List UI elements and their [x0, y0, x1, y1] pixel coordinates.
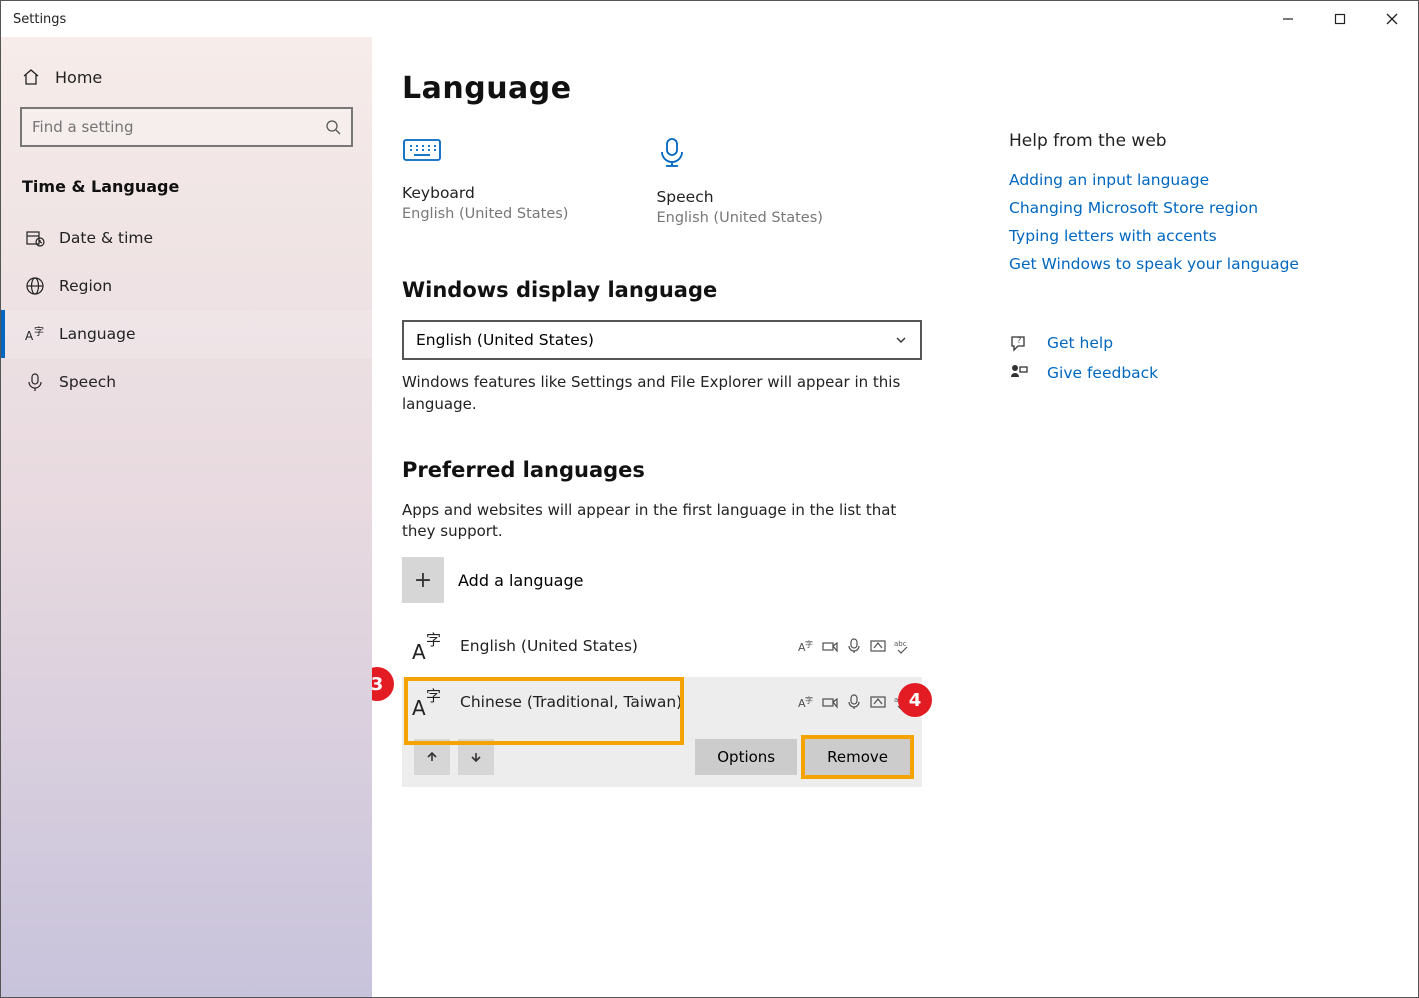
- sidebar-item-date-time[interactable]: Date & time: [1, 214, 372, 262]
- svg-text:字: 字: [805, 695, 813, 705]
- remove-button[interactable]: Remove: [805, 739, 910, 775]
- quick-keyboard[interactable]: Keyboard English (United States): [402, 136, 568, 226]
- help-link-accents[interactable]: Typing letters with accents: [1009, 227, 1329, 245]
- tts-icon: [822, 638, 838, 654]
- language-glyph-icon: A字: [412, 629, 446, 663]
- svg-text:字: 字: [34, 325, 44, 338]
- search-input[interactable]: [32, 118, 325, 136]
- annotation-badge-3: 3: [372, 667, 394, 701]
- sidebar-item-region[interactable]: Region: [1, 262, 372, 310]
- display-language-value: English (United States): [416, 331, 594, 349]
- move-down-button[interactable]: [458, 739, 494, 775]
- language-name: English (United States): [460, 637, 638, 655]
- help-link-add-input[interactable]: Adding an input language: [1009, 171, 1329, 189]
- annotation-badge-4: 4: [898, 683, 932, 717]
- display-lang-icon: A字: [798, 638, 814, 654]
- handwriting-icon: [870, 638, 886, 654]
- options-button-label: Options: [717, 748, 775, 766]
- quick-speech[interactable]: Speech English (United States): [656, 136, 822, 226]
- svg-text:字: 字: [426, 687, 441, 705]
- sidebar-item-label: Region: [59, 277, 112, 295]
- microphone-icon: [656, 136, 822, 172]
- help-pane: Help from the web Adding an input langua…: [1009, 131, 1329, 383]
- quick-speech-title: Speech: [656, 188, 822, 206]
- svg-text:?: ?: [1017, 336, 1021, 345]
- help-link-store-region[interactable]: Changing Microsoft Store region: [1009, 199, 1329, 217]
- svg-text:A: A: [25, 329, 34, 343]
- search-field[interactable]: [20, 107, 353, 147]
- speech-recog-icon: [846, 694, 862, 710]
- display-language-select[interactable]: English (United States): [402, 320, 922, 360]
- display-lang-icon: A字: [798, 694, 814, 710]
- sidebar-item-label: Date & time: [59, 229, 153, 247]
- caption-controls: [1262, 1, 1418, 37]
- language-feature-badges: A字 abc: [798, 638, 910, 654]
- add-language-label: Add a language: [458, 571, 583, 590]
- language-feature-badges: A字 abc: [798, 694, 910, 710]
- language-icon: A字: [25, 324, 45, 344]
- window-title: Settings: [13, 12, 66, 27]
- remove-button-label: Remove: [827, 748, 888, 766]
- move-up-button[interactable]: [414, 739, 450, 775]
- sidebar-item-speech[interactable]: Speech: [1, 358, 372, 406]
- get-help-icon: ?: [1009, 333, 1029, 353]
- language-item-chinese[interactable]: A字 Chinese (Traditional, Taiwan) A字 abc: [402, 677, 922, 727]
- feedback-icon: [1009, 363, 1029, 383]
- microphone-icon: [25, 372, 45, 392]
- keyboard-icon: [402, 136, 568, 168]
- titlebar: Settings: [1, 1, 1418, 37]
- sidebar-item-label: Speech: [59, 373, 116, 391]
- help-heading: Help from the web: [1009, 131, 1329, 151]
- language-glyph-icon: A字: [412, 685, 446, 719]
- quick-speech-sub: English (United States): [656, 210, 822, 226]
- handwriting-icon: [870, 694, 886, 710]
- language-name: Chinese (Traditional, Taiwan): [460, 693, 682, 711]
- search-icon: [325, 119, 341, 135]
- svg-text:字: 字: [805, 639, 813, 649]
- svg-text:A: A: [412, 696, 426, 719]
- options-button[interactable]: Options: [695, 739, 797, 775]
- sidebar-home[interactable]: Home: [1, 57, 372, 107]
- sidebar-home-label: Home: [55, 68, 102, 87]
- spell-check-icon: abc: [894, 638, 910, 654]
- get-help-link[interactable]: Get help: [1047, 334, 1113, 352]
- close-button[interactable]: [1366, 1, 1418, 37]
- display-language-desc: Windows features like Settings and File …: [402, 372, 922, 416]
- quick-keyboard-sub: English (United States): [402, 206, 568, 222]
- language-item-english[interactable]: A字 English (United States) A字 abc: [402, 621, 922, 671]
- speech-recog-icon: [846, 638, 862, 654]
- add-language-button[interactable]: + Add a language: [402, 557, 1376, 603]
- minimize-button[interactable]: [1262, 1, 1314, 37]
- maximize-button[interactable]: [1314, 1, 1366, 37]
- svg-text:A: A: [412, 640, 426, 663]
- globe-icon: [25, 276, 45, 296]
- plus-icon: +: [402, 557, 444, 603]
- calendar-clock-icon: [25, 228, 45, 248]
- quick-keyboard-title: Keyboard: [402, 184, 568, 202]
- preferred-languages-desc: Apps and websites will appear in the fir…: [402, 500, 922, 544]
- sidebar-item-language[interactable]: A字 Language: [1, 310, 372, 358]
- preferred-languages-heading: Preferred languages: [402, 458, 1376, 482]
- tts-icon: [822, 694, 838, 710]
- sidebar-item-label: Language: [59, 325, 136, 343]
- page-title: Language: [402, 71, 1376, 106]
- sidebar: Home Time & Language Date & time Region …: [1, 37, 372, 997]
- give-feedback-link[interactable]: Give feedback: [1047, 364, 1158, 382]
- svg-text:abc: abc: [894, 640, 907, 648]
- svg-text:字: 字: [426, 631, 441, 649]
- home-icon: [21, 67, 41, 87]
- language-action-bar: Options Remove 4: [402, 727, 922, 787]
- chevron-down-icon: [894, 333, 908, 347]
- help-link-speak[interactable]: Get Windows to speak your language: [1009, 255, 1329, 273]
- sidebar-section-label: Time & Language: [1, 169, 372, 214]
